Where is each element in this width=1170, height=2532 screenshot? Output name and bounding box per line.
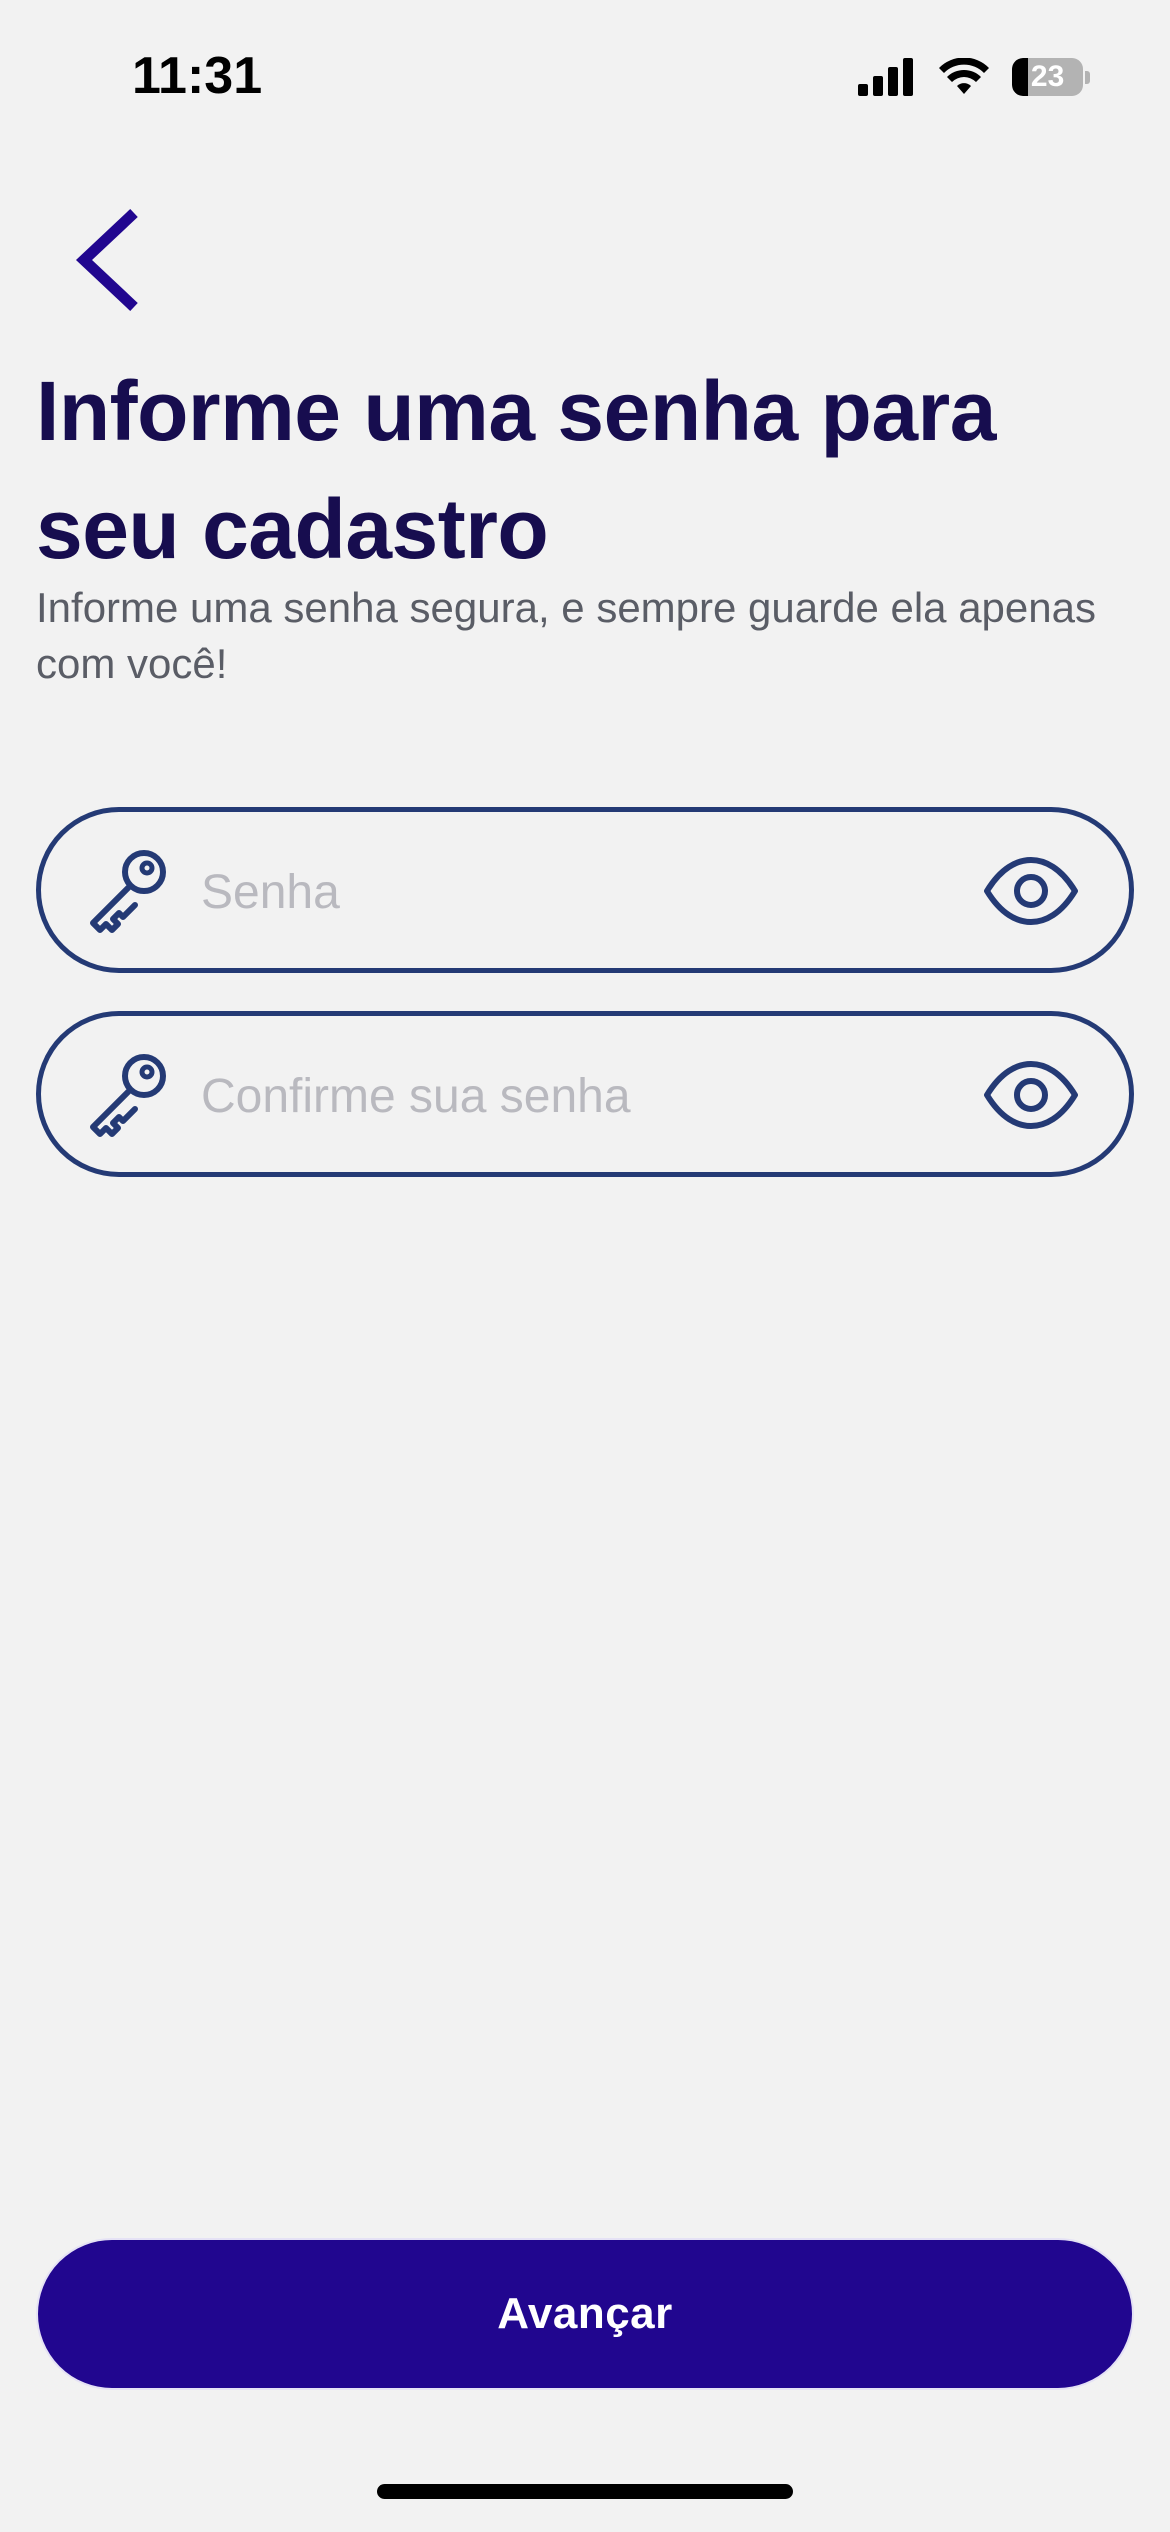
next-button-label: Avançar — [497, 2289, 673, 2338]
battery-body: 23 — [1012, 58, 1084, 96]
status-bar: 11:31 23 — [0, 0, 1170, 150]
key-icon — [90, 850, 166, 933]
password-input[interactable] — [201, 842, 999, 942]
cellular-signal-icon — [858, 58, 913, 96]
password-setup-screen: 11:31 23 Informe uma senha para seu cada… — [0, 0, 1170, 2532]
page-subtitle: Informe uma senha segura, e sempre guard… — [36, 584, 1096, 687]
next-button[interactable]: Avançar — [36, 2238, 1134, 2390]
eye-icon[interactable] — [983, 1060, 1079, 1130]
confirm-password-input[interactable] — [201, 1046, 999, 1146]
confirm-password-field[interactable] — [36, 1011, 1134, 1177]
status-time: 11:31 — [132, 47, 263, 105]
chevron-left-icon — [75, 208, 138, 312]
key-icon — [90, 1054, 166, 1137]
battery-cap — [1085, 70, 1090, 84]
status-icons: 23 — [858, 52, 1090, 102]
password-field[interactable] — [36, 807, 1134, 973]
page-title: Informe uma senha para seu cadastro — [36, 364, 996, 576]
wifi-icon — [939, 58, 989, 94]
eye-icon[interactable] — [983, 856, 1079, 926]
battery-level-text: 23 — [1030, 60, 1065, 93]
battery-indicator: 23 — [1012, 57, 1090, 97]
back-button[interactable] — [62, 200, 162, 320]
home-indicator[interactable] — [377, 2484, 793, 2499]
